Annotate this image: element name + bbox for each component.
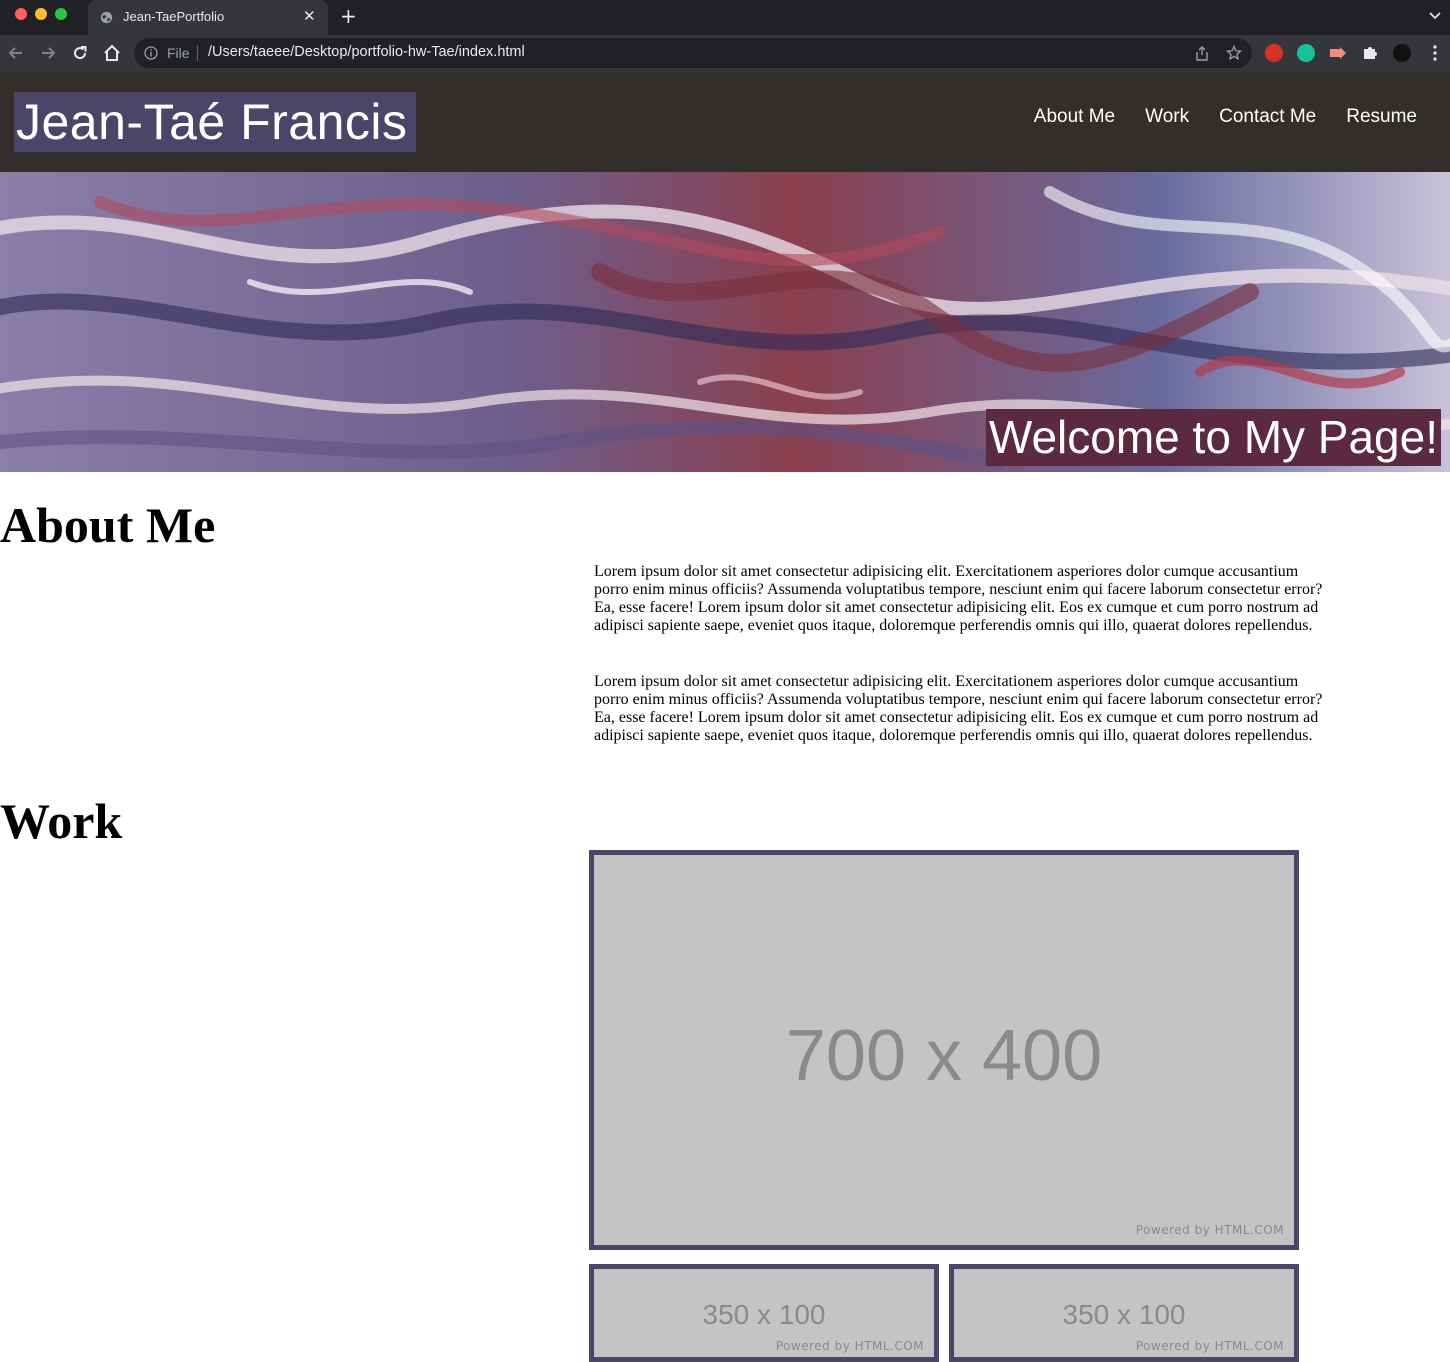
browser-tab[interactable]: Jean-TaePortfolio ✕ — [88, 0, 328, 35]
extension-icon[interactable] — [1297, 44, 1315, 62]
site-header: Jean-Taé Francis About Me Work Contact M… — [0, 72, 1450, 172]
nav-link-resume[interactable]: Resume — [1346, 106, 1417, 128]
menu-icon[interactable] — [1432, 43, 1438, 63]
address-bar[interactable]: File /Users/taeee/Desktop/portfolio-hw-T… — [134, 38, 1252, 68]
extension-icon[interactable] — [1329, 44, 1347, 62]
tab-close-icon[interactable]: ✕ — [303, 7, 316, 25]
profile-avatar[interactable] — [1393, 44, 1411, 62]
forward-icon[interactable] — [38, 43, 58, 63]
puzzle-icon[interactable] — [1361, 44, 1379, 62]
placeholder-size-label: 350 x 100 — [702, 1299, 826, 1330]
about-me-heading: About Me — [0, 497, 216, 553]
placeholder-size-label: 350 x 100 — [1062, 1299, 1186, 1330]
welcome-banner: Welcome to My Page! — [985, 409, 1441, 466]
browser-tab-bar: Jean-TaePortfolio ✕ + — [0, 0, 1450, 35]
work-heading: Work — [0, 793, 123, 849]
address-scheme-label: File — [167, 45, 190, 61]
address-url[interactable]: /Users/taeee/Desktop/portfolio-hw-Tae/in… — [208, 44, 525, 60]
star-icon[interactable] — [1226, 45, 1242, 61]
close-window-button[interactable] — [15, 8, 27, 20]
browser-toolbar: File /Users/taeee/Desktop/portfolio-hw-T… — [0, 35, 1450, 72]
reload-icon[interactable] — [70, 43, 90, 63]
tab-search-chevron-icon[interactable] — [1427, 7, 1443, 23]
nav-link-contact-me[interactable]: Contact Me — [1219, 106, 1316, 128]
placeholder-size-label: 700 x 400 — [785, 1016, 1103, 1096]
main-nav: About Me Work Contact Me Resume — [1034, 106, 1417, 128]
tab-title: Jean-TaePortfolio — [123, 9, 225, 24]
site-brand[interactable]: Jean-Taé Francis — [14, 92, 416, 152]
back-icon[interactable] — [6, 43, 26, 63]
globe-icon — [100, 11, 113, 24]
welcome-text: Welcome to My Page! — [988, 411, 1438, 463]
new-tab-button[interactable]: + — [340, 4, 357, 28]
placeholder-credit: Powered by HTML.COM — [775, 1339, 924, 1353]
work-image-small-2[interactable]: 350 x 100 Powered by HTML.COM — [949, 1264, 1299, 1362]
address-separator — [197, 45, 198, 61]
extension-icon[interactable] — [1265, 44, 1283, 62]
info-icon[interactable] — [144, 46, 158, 60]
nav-link-about-me[interactable]: About Me — [1034, 106, 1115, 128]
placeholder-credit: Powered by HTML.COM — [1135, 1339, 1284, 1353]
work-image-small-1[interactable]: 350 x 100 Powered by HTML.COM — [589, 1264, 939, 1362]
placeholder-credit: Powered by HTML.COM — [1135, 1223, 1284, 1237]
share-icon[interactable] — [1195, 46, 1209, 61]
home-icon[interactable] — [102, 43, 122, 63]
maximize-window-button[interactable] — [55, 8, 67, 20]
nav-link-work[interactable]: Work — [1145, 106, 1189, 128]
minimize-window-button[interactable] — [35, 8, 47, 20]
brand-name: Jean-Taé Francis — [16, 94, 408, 150]
about-paragraph-2: Lorem ipsum dolor sit amet consectetur a… — [594, 673, 1323, 744]
work-image-large[interactable]: 700 x 400 Powered by HTML.COM — [589, 850, 1299, 1250]
about-paragraph-1: Lorem ipsum dolor sit amet consectetur a… — [594, 563, 1323, 634]
hero-banner: Welcome to My Page! — [0, 172, 1450, 472]
